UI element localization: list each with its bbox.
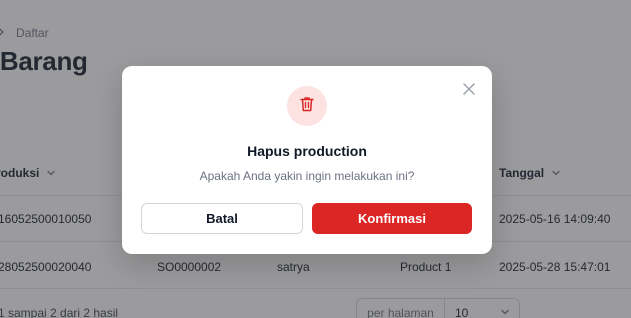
cancel-button[interactable]: Batal	[141, 203, 303, 234]
trash-icon	[298, 95, 316, 118]
trash-icon-badge	[287, 86, 327, 126]
confirm-delete-dialog: Hapus production Apakah Anda yakin ingin…	[122, 66, 492, 254]
dialog-title: Hapus production	[247, 143, 367, 159]
confirm-button[interactable]: Konfirmasi	[312, 203, 472, 234]
close-icon[interactable]	[460, 80, 478, 98]
dialog-message: Apakah Anda yakin ingin melakukan ini?	[199, 169, 415, 183]
